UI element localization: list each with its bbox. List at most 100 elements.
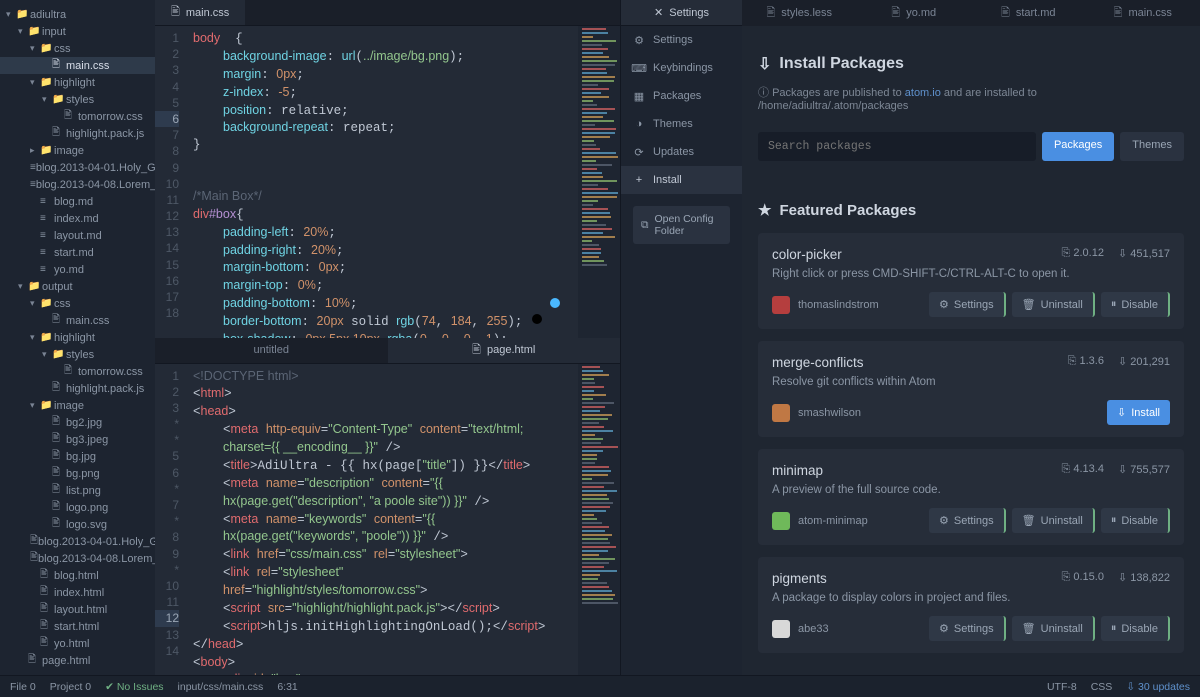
file-icon: 🖹 [766,4,775,23]
settings-button[interactable]: ⚙Settings [929,508,1006,533]
card-author[interactable]: abe33 [772,620,829,638]
tree-item[interactable]: 🖹logo.svg [0,516,155,533]
search-input[interactable] [758,132,1036,161]
disable-button[interactable]: ⏸Disable [1101,508,1170,533]
tree-item[interactable]: ▾📁image [0,397,155,414]
tree-item[interactable]: ≡index.md [0,210,155,227]
editor-pane-bottom[interactable]: 123**56*7*89*1011121314 <!DOCTYPE html> … [155,364,620,676]
tree-item[interactable]: 🖹index.html [0,584,155,601]
file-icon: 🖹 [1114,4,1123,23]
tab-styles-less[interactable]: 🖹styles.less [742,0,857,26]
disable-button[interactable]: ⏸Disable [1101,616,1170,641]
download-icon: ⇩ [758,54,771,74]
tree-item[interactable]: 🖹bg.png [0,465,155,482]
tree-item[interactable]: ▾📁highlight [0,74,155,91]
tab-start-md[interactable]: 🖹start.md [971,0,1086,26]
settings-nav-themes[interactable]: ◑Themes [621,110,742,138]
tree-item[interactable]: ▾📁css [0,40,155,57]
settings-nav-keybindings[interactable]: ⌨Keybindings [621,54,742,82]
tree-item[interactable]: ≡blog.md [0,193,155,210]
tree-item[interactable]: 🖹highlight.pack.js [0,380,155,397]
tree-item[interactable]: ▾📁styles [0,91,155,108]
status-issues[interactable]: ✔ No Issues [105,681,163,693]
tree-item[interactable]: ▾📁adiultra [0,6,155,23]
tree-item[interactable]: 🖹tomorrow.css [0,363,155,380]
featured-packages-title: ★Featured Packages [758,201,1184,219]
tree-item[interactable]: 🖹start.html [0,618,155,635]
minimap[interactable] [578,26,620,338]
tree-item[interactable]: 🖹main.css [0,57,155,74]
tree-item[interactable]: ▾📁input [0,23,155,40]
tree-item[interactable]: 🖹logo.png [0,499,155,516]
install-button[interactable]: ⇩Install [1107,400,1170,425]
tree-item[interactable]: ▾📁styles [0,346,155,363]
uninstall-button[interactable]: 🗑Uninstall [1012,508,1095,533]
atom-io-link[interactable]: atom.io [905,87,941,99]
settings-nav-install[interactable]: +Install [621,166,742,194]
tree-item[interactable]: ≡blog.2013-04-08.Lorem_I… [0,176,155,193]
disable-icon: ⏸ [1111,298,1117,311]
card-author[interactable]: smashwilson [772,404,861,422]
tree-item[interactable]: 🖹list.png [0,482,155,499]
tab-main-css[interactable]: 🖹main.css [155,0,245,25]
keybindings-icon: ⌨ [633,62,645,74]
tree-item[interactable]: 🖹blog.html [0,567,155,584]
tab-untitled[interactable]: untitled [155,338,388,363]
tree-item[interactable]: 🖹tomorrow.css [0,108,155,125]
tree-item[interactable]: 🖹main.css [0,312,155,329]
tab-page-html[interactable]: 🖹page.html [388,338,621,363]
tree-item[interactable]: 🖹layout.html [0,601,155,618]
settings-button[interactable]: ⚙Settings [929,616,1006,641]
uninstall-button[interactable]: 🗑Uninstall [1012,616,1095,641]
install-icon: + [633,174,645,186]
status-file[interactable]: File 0 [10,681,36,693]
tree-item[interactable]: 🖹yo.html [0,635,155,652]
version: ⎘ 4.13.4 [1062,463,1104,476]
status-language[interactable]: CSS [1091,681,1113,693]
card-author[interactable]: thomaslindstrom [772,296,879,314]
tree-item[interactable]: 🖹blog.2013-04-01.Holy_Gr… [0,533,155,550]
tree-item[interactable]: ▾📁output [0,278,155,295]
status-updates[interactable]: ⇩ 30 updates [1126,681,1190,693]
card-desc: Right click or press CMD-SHIFT-C/CTRL-AL… [772,268,1170,280]
open-config-folder-button[interactable]: ⧉Open Config Folder [633,206,730,244]
packages-filter-button[interactable]: Packages [1042,132,1114,161]
status-project[interactable]: Project 0 [50,681,91,693]
tools-icon: ✕ [654,6,663,19]
status-encoding[interactable]: UTF-8 [1047,681,1077,693]
file-tree[interactable]: ▾📁adiultra▾📁input▾📁css🖹main.css▾📁highlig… [0,0,155,675]
settings-nav-packages[interactable]: ▦Packages [621,82,742,110]
card-stats: ⎘ 1.3.6 ⇩ 201,291 [1068,355,1170,368]
editor-pane-top[interactable]: 123456789101112131415161718 body { backg… [155,26,620,338]
settings-nav-settings[interactable]: ⚙Settings [621,26,742,54]
star-icon: ★ [758,201,771,219]
tab-main-css[interactable]: 🖹main.css [1086,0,1200,26]
tree-item[interactable]: ≡start.md [0,244,155,261]
tree-item[interactable]: 🖹page.html [0,652,155,669]
code-area[interactable]: <!DOCTYPE html> <html> <head> <meta http… [185,364,620,676]
tree-item[interactable]: ▸📁image [0,142,155,159]
package-card-color-picker: ⎘ 2.0.12 ⇩ 451,517 color-picker Right cl… [758,233,1184,329]
avatar [772,620,790,638]
uninstall-button[interactable]: 🗑Uninstall [1012,292,1095,317]
tree-item[interactable]: 🖹bg.jpg [0,448,155,465]
disable-button[interactable]: ⏸Disable [1101,292,1170,317]
minimap[interactable] [578,364,620,676]
card-author[interactable]: atom-minimap [772,512,868,530]
download-icon: ⇩ [1117,406,1126,419]
tree-item[interactable]: ▾📁highlight [0,329,155,346]
themes-filter-button[interactable]: Themes [1120,132,1184,161]
tree-item[interactable]: ≡yo.md [0,261,155,278]
tree-item[interactable]: ≡layout.md [0,227,155,244]
tree-item[interactable]: 🖹bg3.jpeg [0,431,155,448]
tree-item[interactable]: 🖹highlight.pack.js [0,125,155,142]
tree-item[interactable]: ▾📁css [0,295,155,312]
settings-nav-updates[interactable]: ⟳Updates [621,138,742,166]
tree-item[interactable]: ≡blog.2013-04-01.Holy_Gr… [0,159,155,176]
tab-yo-md[interactable]: 🖹yo.md [857,0,972,26]
settings-button[interactable]: ⚙Settings [929,292,1006,317]
tree-item[interactable]: 🖹blog.2013-04-08.Lorem_I… [0,550,155,567]
code-area[interactable]: body { background-image: url(../image/bg… [185,26,620,338]
card-desc: A preview of the full source code. [772,484,1170,496]
tree-item[interactable]: 🖹bg2.jpg [0,414,155,431]
